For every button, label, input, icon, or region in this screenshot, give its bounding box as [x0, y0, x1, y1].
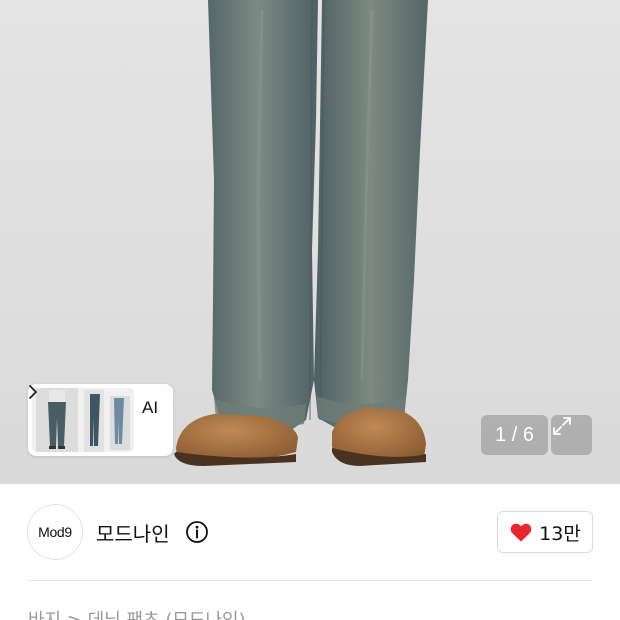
product-image[interactable]: AI 1 / 6 [0, 0, 620, 484]
brand-name[interactable]: 모드나인 [96, 518, 170, 547]
brand-logo[interactable]: Mod9 [27, 504, 83, 560]
chevron-right-icon [29, 385, 37, 399]
info-icon[interactable] [185, 520, 209, 544]
expand-icon [553, 417, 571, 435]
heart-icon [510, 523, 532, 542]
ai-thumbnail-card[interactable]: AI [28, 384, 173, 456]
thumbnail-image [32, 388, 134, 452]
brand-logo-text: Mod9 [38, 524, 72, 540]
thumbnail-jeans-icon [32, 388, 134, 452]
ai-label: AI [142, 398, 159, 417]
image-counter: 1 / 6 [481, 415, 548, 455]
expand-button[interactable] [551, 415, 592, 455]
like-count: 13만 [539, 522, 581, 545]
divider [28, 580, 592, 581]
product-page: AI 1 / 6 Mod9 모드나인 13만 바지 > 데님 팬츠 (모드나인) [0, 0, 620, 620]
breadcrumb[interactable]: 바지 > 데님 팬츠 (모드나인) [28, 606, 246, 620]
like-button[interactable]: 13만 [497, 511, 593, 553]
